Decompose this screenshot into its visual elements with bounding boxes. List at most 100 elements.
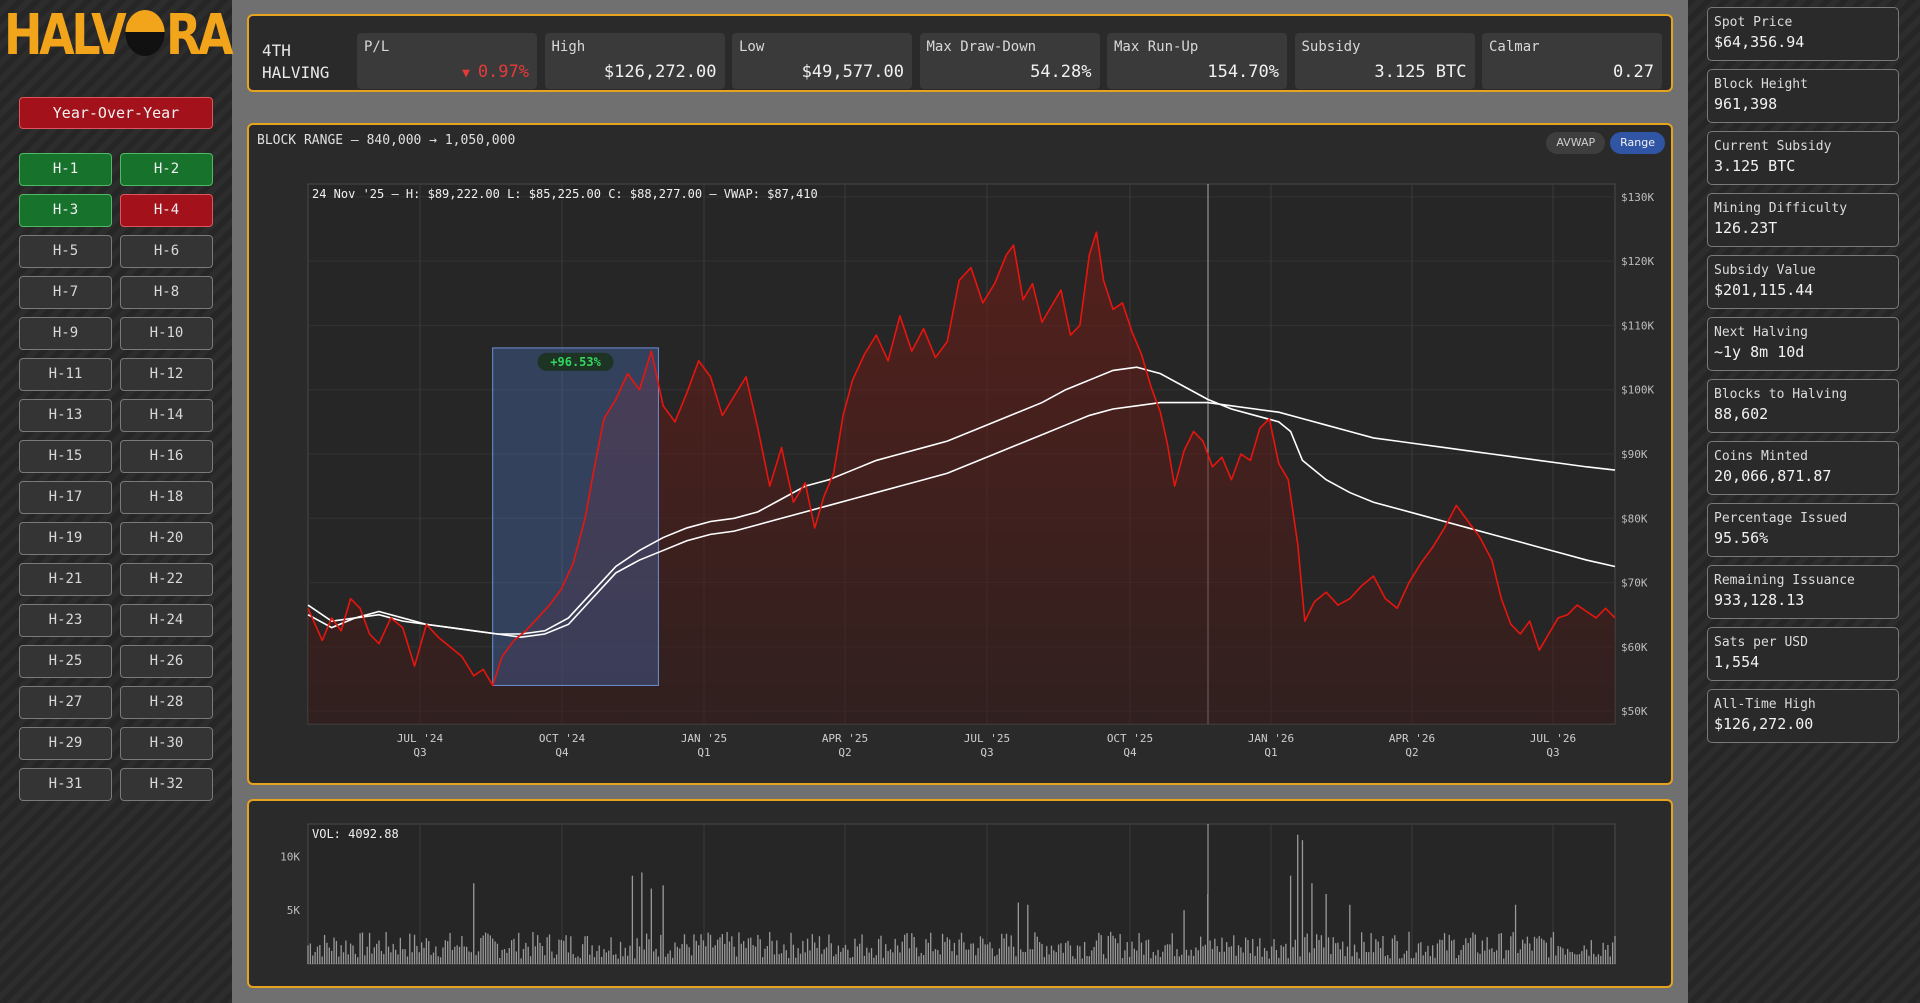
price-chart-panel: $50K $60K $70K $80K $90K $100K $110K $120K $130K… (247, 123, 1673, 785)
network-metrics-list: Spot Price $64,356.94 Block Height 961,398… (1707, 7, 1899, 751)
halving-button-h-31[interactable]: H-31 (19, 768, 112, 801)
halving-button-h-32[interactable]: H-32 (120, 768, 213, 801)
halving-button-h-29[interactable]: H-29 (19, 727, 112, 760)
metric-value: 20,066,871.87 (1714, 467, 1832, 485)
metric-label: Coins Minted (1714, 449, 1808, 464)
halving-button-h-11[interactable]: H-11 (19, 358, 112, 391)
metric-value: 933,128.13 (1714, 591, 1805, 609)
halving-button-h-8[interactable]: H-8 (120, 276, 213, 309)
chart-mode-toggle: AVWAP Range (1546, 132, 1665, 154)
halving-button-h-9[interactable]: H-9 (19, 317, 112, 350)
selected-range-box[interactable] (492, 347, 659, 686)
y-tick-label: $110K (1621, 319, 1654, 332)
metric-value: $126,272.00 (1714, 715, 1814, 733)
metric-remaining-issuance: Remaining Issuance 933,128.13 (1707, 565, 1899, 619)
halving-button-h-7[interactable]: H-7 (19, 276, 112, 309)
halving-button-h-21[interactable]: H-21 (19, 563, 112, 596)
volume-chart[interactable]: 5K 10K VOL: 4092.88 (249, 801, 1671, 986)
halvora-logo: HALV RA (4, 3, 234, 68)
stat-max-run-up: Max Run-Up 154.70% (1107, 33, 1287, 89)
x-tick-quarter: Q4 (555, 746, 569, 759)
x-tick-quarter: Q2 (1405, 746, 1418, 759)
stat-label: Calmar (1489, 39, 1540, 55)
x-tick-month: APR '26 (1389, 732, 1435, 745)
metric-label: Subsidy Value (1714, 263, 1816, 278)
halving-title-line2: HALVING (262, 63, 330, 82)
stat-value: 54.28% (1030, 62, 1092, 82)
x-tick-month: JUL '26 (1530, 732, 1576, 745)
halving-button-h-25[interactable]: H-25 (19, 645, 112, 678)
stat-value: 3.125 BTC (1374, 62, 1467, 82)
toggle-avwap[interactable]: AVWAP (1546, 132, 1606, 154)
x-tick-month: JUL '24 (397, 732, 444, 745)
metric-label: Current Subsidy (1714, 139, 1832, 154)
halving-button-h-2[interactable]: H-2 (120, 153, 213, 186)
crosshair-tooltip: 24 Nov '25 — H: $89,222.00 L: $85,225.00… (312, 187, 818, 201)
halving-title: 4TH HALVING (262, 40, 329, 84)
y-tick-label: $120K (1621, 255, 1654, 268)
stat-calmar: Calmar 0.27 (1482, 33, 1662, 89)
metric-label: Block Height (1714, 77, 1808, 92)
volume-y-tick-label: 5K (287, 904, 301, 917)
metric-label: Next Halving (1714, 325, 1808, 340)
x-tick-month: OCT '24 (539, 732, 586, 745)
metric-sats-per-usd: Sats per USD 1,554 (1707, 627, 1899, 681)
halving-button-h-4[interactable]: H-4 (120, 194, 213, 227)
halving-button-h-26[interactable]: H-26 (120, 645, 213, 678)
halving-button-h-15[interactable]: H-15 (19, 440, 112, 473)
halving-button-h-13[interactable]: H-13 (19, 399, 112, 432)
metric-label: Blocks to Halving (1714, 387, 1848, 402)
stat-value: $126,272.00 (603, 62, 717, 82)
halving-button-h-10[interactable]: H-10 (120, 317, 213, 350)
metric-label: Spot Price (1714, 15, 1793, 30)
stat-label: Max Draw-Down (926, 39, 1037, 55)
halving-button-h-20[interactable]: H-20 (120, 522, 213, 555)
y-tick-label: $90K (1621, 448, 1648, 461)
halving-button-h-28[interactable]: H-28 (120, 686, 213, 719)
stat-label: Low (739, 39, 765, 55)
toggle-range[interactable]: Range (1610, 132, 1665, 154)
metric-current-subsidy: Current Subsidy 3.125 BTC (1707, 131, 1899, 185)
halving-stats-header: 4TH HALVING P/L 0.97% High $126,272.00 Low $4… (247, 14, 1673, 92)
y-tick-label: $50K (1621, 705, 1648, 718)
y-tick-label: $80K (1621, 512, 1648, 525)
stat-max-draw-down: Max Draw-Down 54.28% (919, 33, 1100, 89)
stat-label: Subsidy (1301, 39, 1361, 55)
metric-label: Sats per USD (1714, 635, 1808, 650)
stat-label: High (551, 39, 586, 55)
year-over-year-button[interactable]: Year-Over-Year (19, 97, 213, 129)
metric-value: 126.23T (1714, 219, 1778, 237)
x-tick-quarter: Q4 (1123, 746, 1137, 759)
halving-button-h-19[interactable]: H-19 (19, 522, 112, 555)
metric-percentage-issued: Percentage Issued 95.56% (1707, 503, 1899, 557)
halving-button-h-6[interactable]: H-6 (120, 235, 213, 268)
metric-value: 88,602 (1714, 405, 1769, 423)
logo-text-start: HALV (4, 3, 127, 68)
stat-p-l: P/L 0.97% (357, 33, 537, 89)
stat-subsidy: Subsidy 3.125 BTC (1294, 33, 1475, 89)
halving-button-h-12[interactable]: H-12 (120, 358, 213, 391)
sun-logo-icon (123, 8, 166, 56)
halving-button-h-17[interactable]: H-17 (19, 481, 112, 514)
halving-button-h-14[interactable]: H-14 (120, 399, 213, 432)
metric-subsidy-value: Subsidy Value $201,115.44 (1707, 255, 1899, 309)
halving-button-h-16[interactable]: H-16 (120, 440, 213, 473)
x-tick-quarter: Q3 (1546, 746, 1559, 759)
price-chart[interactable]: $50K $60K $70K $80K $90K $100K $110K $120K $130K… (249, 125, 1671, 783)
metric-next-halving: Next Halving ~1y 8m 10d (1707, 317, 1899, 371)
halving-button-h-18[interactable]: H-18 (120, 481, 213, 514)
halving-button-h-23[interactable]: H-23 (19, 604, 112, 637)
volume-y-tick-label: 10K (280, 850, 300, 863)
halving-button-h-24[interactable]: H-24 (120, 604, 213, 637)
halving-button-h-3[interactable]: H-3 (19, 194, 112, 227)
halving-button-h-27[interactable]: H-27 (19, 686, 112, 719)
metric-value: 3.125 BTC (1714, 157, 1796, 175)
halving-button-h-5[interactable]: H-5 (19, 235, 112, 268)
halving-button-h-1[interactable]: H-1 (19, 153, 112, 186)
halving-button-h-30[interactable]: H-30 (120, 727, 213, 760)
y-tick-label: $60K (1621, 641, 1648, 654)
x-tick-month: OCT '25 (1107, 732, 1153, 745)
metric-value: $201,115.44 (1714, 281, 1814, 299)
x-tick-month: JUL '25 (964, 732, 1010, 745)
halving-button-h-22[interactable]: H-22 (120, 563, 213, 596)
